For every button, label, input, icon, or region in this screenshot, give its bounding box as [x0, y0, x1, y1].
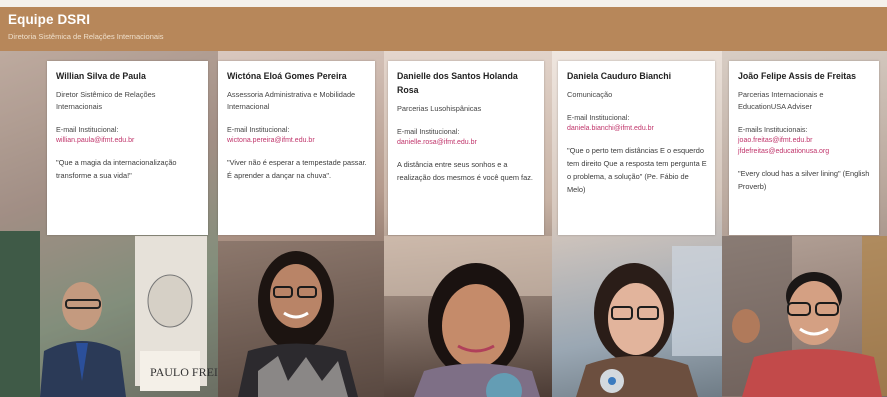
- email-label: E-mail Institucional:: [567, 113, 630, 122]
- top-strip: [0, 0, 887, 7]
- member-name: Willian Silva de Paula: [56, 71, 146, 81]
- member-email[interactable]: danielle.rosa@ifmt.edu.br: [397, 137, 536, 148]
- member-name: Daniela Cauduro Bianchi: [567, 71, 672, 81]
- email-label: E-mail Institucional:: [227, 125, 290, 134]
- member-card-2: Wictóna Eloá Gomes Pereira Assessoria Ad…: [218, 61, 375, 235]
- member-role: Parcerias Lusohispânicas: [397, 104, 482, 113]
- member-name: Danielle dos Santos Holanda Rosa: [397, 71, 518, 95]
- page-subtitle: Diretoria Sistêmica de Relações Internac…: [8, 32, 164, 41]
- member-email[interactable]: joao.freitas@ifmt.edu.br: [738, 135, 871, 146]
- member-role: Diretor Sistêmico de Relações Internacio…: [56, 90, 156, 111]
- email-label: E-mail Institucional:: [56, 125, 119, 134]
- member-name: Wictóna Eloá Gomes Pereira: [227, 71, 347, 81]
- member-email[interactable]: willian.paula@ifmt.edu.br: [56, 135, 200, 146]
- page-title: Equipe DSRI: [8, 12, 91, 27]
- svg-text:PAULO FREIRE: PAULO FREIRE: [150, 365, 218, 379]
- member-quote: "Viver não é esperar a tempestade passar…: [227, 158, 367, 180]
- member-card-3: Danielle dos Santos Holanda Rosa Parceri…: [388, 61, 544, 235]
- member-role: Assessoria Administrativa e Mobilidade I…: [227, 90, 356, 111]
- member-email[interactable]: daniela.bianchi@ifmt.edu.br: [567, 123, 707, 134]
- page-header: Equipe DSRI Diretoria Sistêmica de Relaç…: [0, 7, 887, 51]
- member-email[interactable]: wictona.pereira@ifmt.edu.br: [227, 135, 367, 146]
- member-card-5: João Felipe Assis de Freitas Parcerias I…: [729, 61, 879, 235]
- member-quote: "Que a magia da internacionalização tran…: [56, 158, 177, 180]
- member-quote: A distância entre seus sonhos e a realiz…: [397, 160, 533, 182]
- email-label: E-mails Institucionais:: [738, 125, 808, 134]
- member-card-4: Daniela Cauduro Bianchi Comunicação E-ma…: [558, 61, 715, 235]
- team-gallery: PAULO FREIRE: [0, 51, 887, 397]
- member-role: Parcerias Internacionais e EducationUSA …: [738, 90, 824, 111]
- email-label: E-mail Institucional:: [397, 127, 460, 136]
- member-name: João Felipe Assis de Freitas: [738, 71, 856, 81]
- member-role: Comunicação: [567, 90, 613, 99]
- member-card-1: Willian Silva de Paula Diretor Sistêmico…: [47, 61, 208, 235]
- member-email-secondary[interactable]: jfdefreitas@educationusa.org: [738, 146, 871, 157]
- member-quote: "Que o perto tem distâncias E o esquerdo…: [567, 146, 707, 194]
- member-quote: "Every cloud has a silver lining" (Engli…: [738, 169, 870, 191]
